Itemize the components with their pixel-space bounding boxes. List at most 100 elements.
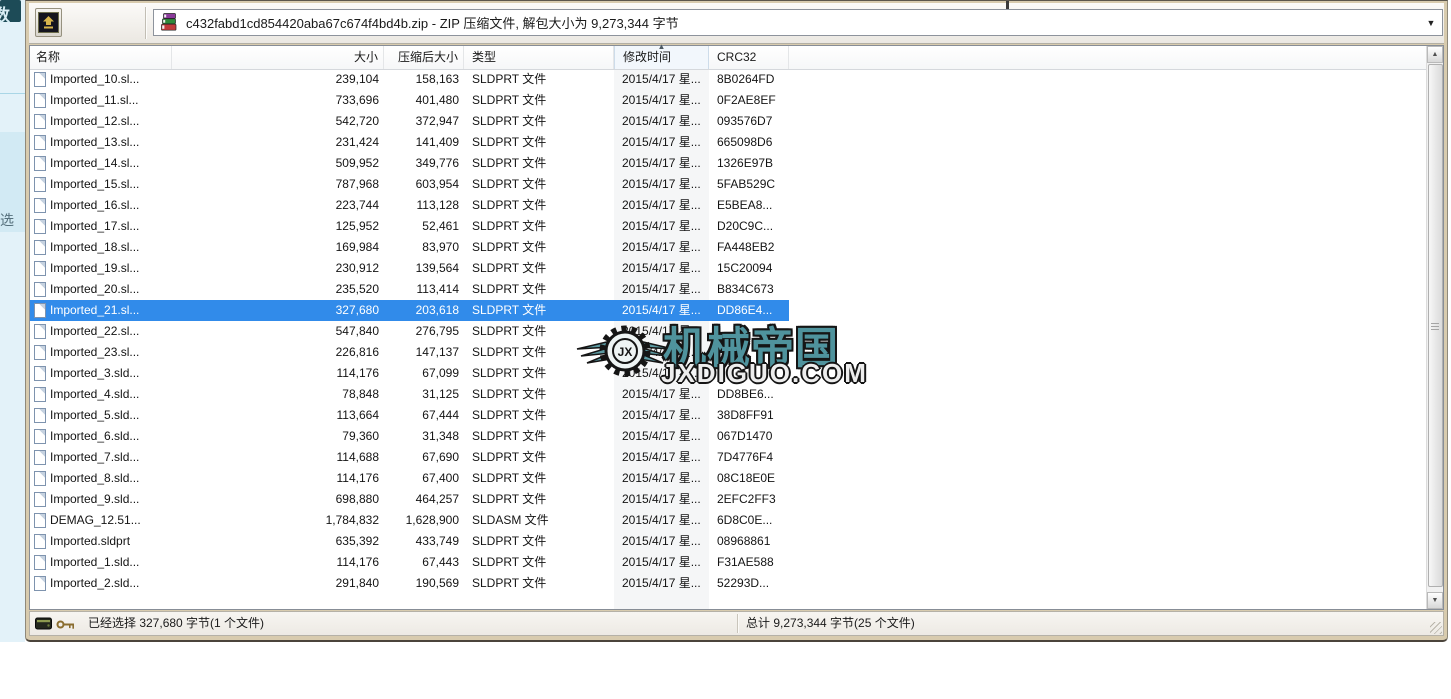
column-header-crc[interactable]: CRC32 bbox=[709, 46, 789, 69]
cell-packed: 401,480 bbox=[384, 90, 464, 111]
file-name: Imported_16.sl... bbox=[50, 195, 139, 216]
cell-mtime: 2015/4/17 星... bbox=[614, 426, 709, 447]
table-row[interactable]: Imported.sldprt635,392433,749SLDPRT 文件20… bbox=[30, 531, 789, 552]
table-row[interactable]: Imported_3.sld...114,17667,099SLDPRT 文件2… bbox=[30, 363, 789, 384]
cell-packed: 113,414 bbox=[384, 279, 464, 300]
cell-size: 113,664 bbox=[172, 405, 384, 426]
table-row[interactable]: Imported_20.sl...235,520113,414SLDPRT 文件… bbox=[30, 279, 789, 300]
column-header-size[interactable]: 大小 bbox=[172, 46, 384, 69]
cell-mtime: 2015/4/17 星... bbox=[614, 153, 709, 174]
cell-name: Imported_16.sl... bbox=[30, 195, 172, 216]
file-icon bbox=[34, 282, 46, 297]
address-dropdown-button[interactable]: ▼ bbox=[1422, 10, 1440, 35]
table-row[interactable]: Imported_17.sl...125,95252,461SLDPRT 文件2… bbox=[30, 216, 789, 237]
cell-packed: 52,461 bbox=[384, 216, 464, 237]
resize-grip[interactable] bbox=[1430, 622, 1442, 634]
cell-mtime: 2015/4/17 星... bbox=[614, 111, 709, 132]
file-icon bbox=[34, 114, 46, 129]
cell-mtime: 2015/4/17 星... bbox=[614, 531, 709, 552]
column-header-name[interactable]: 名称 bbox=[30, 46, 172, 69]
file-icon bbox=[34, 240, 46, 255]
scroll-down-button[interactable]: ▼ bbox=[1427, 592, 1443, 609]
cell-packed: 203,618 bbox=[384, 300, 464, 321]
cell-crc: 5FAB529C bbox=[709, 174, 789, 195]
column-header-packed[interactable]: 压缩后大小 bbox=[384, 46, 464, 69]
table-row[interactable]: Imported_15.sl...787,968603,954SLDPRT 文件… bbox=[30, 174, 789, 195]
column-header-type[interactable]: 类型 bbox=[464, 46, 614, 69]
table-row[interactable]: Imported_9.sld...698,880464,257SLDPRT 文件… bbox=[30, 489, 789, 510]
table-row[interactable]: Imported_4.sld...78,84831,125SLDPRT 文件20… bbox=[30, 384, 789, 405]
table-row[interactable]: Imported_16.sl...223,744113,128SLDPRT 文件… bbox=[30, 195, 789, 216]
file-name: Imported_7.sld... bbox=[50, 447, 139, 468]
file-icon bbox=[34, 408, 46, 423]
scroll-up-button[interactable]: ▲ bbox=[1427, 46, 1443, 63]
cell-type: SLDPRT 文件 bbox=[464, 573, 614, 594]
cell-crc: 8B0264FD bbox=[709, 69, 789, 90]
background-divider bbox=[0, 93, 25, 94]
table-row[interactable]: Imported_8.sld...114,17667,400SLDPRT 文件2… bbox=[30, 468, 789, 489]
file-name: Imported_20.sl... bbox=[50, 279, 139, 300]
table-row[interactable]: Imported_19.sl...230,912139,564SLDPRT 文件… bbox=[30, 258, 789, 279]
cell-name: Imported_11.sl... bbox=[30, 90, 172, 111]
cell-type: SLDPRT 文件 bbox=[464, 174, 614, 195]
scroll-thumb[interactable] bbox=[1428, 64, 1443, 587]
table-row[interactable]: Imported_5.sld...113,66467,444SLDPRT 文件2… bbox=[30, 405, 789, 426]
up-one-level-button[interactable] bbox=[35, 8, 62, 37]
address-bar[interactable]: c432fabd1cd854420aba67c674f4bd4b.zip - Z… bbox=[153, 9, 1443, 36]
cell-name: Imported_17.sl... bbox=[30, 216, 172, 237]
file-icon bbox=[34, 324, 46, 339]
toolbar: c432fabd1cd854420aba67c674f4bd4b.zip - Z… bbox=[29, 3, 1444, 44]
cell-type: SLDPRT 文件 bbox=[464, 321, 614, 342]
table-row[interactable]: Imported_11.sl...733,696401,480SLDPRT 文件… bbox=[30, 90, 789, 111]
key-icon bbox=[56, 619, 76, 630]
cell-name: Imported_21.sl... bbox=[30, 300, 172, 321]
cell-name: Imported_8.sld... bbox=[30, 468, 172, 489]
cell-size: 635,392 bbox=[172, 531, 384, 552]
table-row[interactable]: Imported_6.sld...79,36031,348SLDPRT 文件20… bbox=[30, 426, 789, 447]
table-row[interactable]: DEMAG_12.51...1,784,8321,628,900SLDASM 文… bbox=[30, 510, 789, 531]
table-row[interactable]: Imported_22.sl...547,840276,795SLDPRT 文件… bbox=[30, 321, 789, 342]
cell-size: 733,696 bbox=[172, 90, 384, 111]
cell-packed: 1,628,900 bbox=[384, 510, 464, 531]
cell-type: SLDPRT 文件 bbox=[464, 468, 614, 489]
file-icon bbox=[34, 513, 46, 528]
cell-crc: 6D8C0E... bbox=[709, 510, 789, 531]
cell-size: 169,984 bbox=[172, 237, 384, 258]
cell-mtime: 2015/4/17 星... bbox=[614, 342, 709, 363]
table-row[interactable]: Imported_13.sl...231,424141,409SLDPRT 文件… bbox=[30, 132, 789, 153]
cell-packed: 139,564 bbox=[384, 258, 464, 279]
file-icon bbox=[34, 429, 46, 444]
address-text: c432fabd1cd854420aba67c674f4bd4b.zip - Z… bbox=[186, 13, 679, 32]
scroll-down-icon: ▼ bbox=[1432, 597, 1439, 604]
table-row[interactable]: Imported_23.sl...226,816147,137SLDPRT 文件… bbox=[30, 342, 789, 363]
cell-crc bbox=[709, 342, 789, 363]
cell-mtime: 2015/4/17 星... bbox=[614, 174, 709, 195]
table-row[interactable]: Imported_7.sld...114,68867,690SLDPRT 文件2… bbox=[30, 447, 789, 468]
cell-name: DEMAG_12.51... bbox=[30, 510, 172, 531]
cell-mtime: 2015/4/17 星... bbox=[614, 573, 709, 594]
vertical-scrollbar[interactable]: ▲ ▼ bbox=[1426, 46, 1443, 609]
column-header-mtime[interactable]: ▲ 修改时间 bbox=[614, 46, 709, 69]
total-summary: 总计 9,273,344 字节(25 个文件) bbox=[746, 615, 915, 632]
cell-crc: DD8BE6... bbox=[709, 384, 789, 405]
cell-packed: 464,257 bbox=[384, 489, 464, 510]
file-icon bbox=[34, 471, 46, 486]
cell-type: SLDPRT 文件 bbox=[464, 237, 614, 258]
table-row[interactable]: Imported_2.sld...291,840190,569SLDPRT 文件… bbox=[30, 573, 789, 594]
table-row[interactable]: Imported_18.sl...169,98483,970SLDPRT 文件2… bbox=[30, 237, 789, 258]
cell-packed: 433,749 bbox=[384, 531, 464, 552]
cell-size: 1,784,832 bbox=[172, 510, 384, 531]
file-name: Imported_10.sl... bbox=[50, 69, 139, 90]
table-row[interactable]: Imported_12.sl...542,720372,947SLDPRT 文件… bbox=[30, 111, 789, 132]
sort-ascending-icon: ▲ bbox=[658, 43, 666, 51]
table-row[interactable]: Imported_21.sl...327,680203,618SLDPRT 文件… bbox=[30, 300, 789, 321]
file-icon bbox=[34, 576, 46, 591]
cell-name: Imported_18.sl... bbox=[30, 237, 172, 258]
cell-mtime: 2015/4/17 星... bbox=[614, 468, 709, 489]
cell-crc: F31AE588 bbox=[709, 552, 789, 573]
table-row[interactable]: Imported_14.sl...509,952349,776SLDPRT 文件… bbox=[30, 153, 789, 174]
table-row[interactable]: Imported_10.sl...239,104158,163SLDPRT 文件… bbox=[30, 69, 789, 90]
table-row[interactable]: Imported_1.sld...114,17667,443SLDPRT 文件2… bbox=[30, 552, 789, 573]
file-icon bbox=[34, 366, 46, 381]
file-name: Imported_19.sl... bbox=[50, 258, 139, 279]
